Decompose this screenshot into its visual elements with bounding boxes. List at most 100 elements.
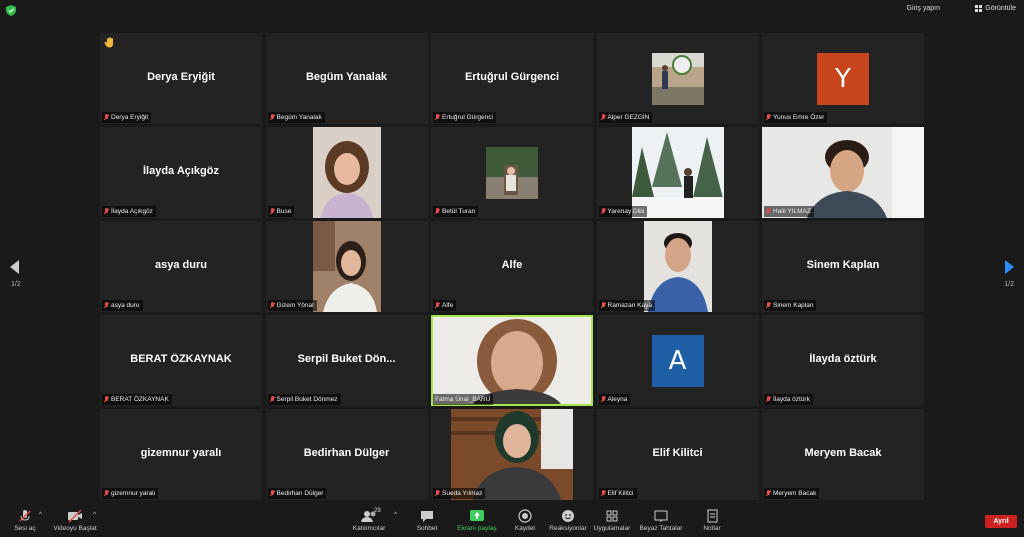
next-page-arrow[interactable] <box>1005 260 1014 274</box>
participant-tile[interactable]: Buse <box>265 127 428 218</box>
participant-tile[interactable]: Elif Kilitci Elif Kilitci <box>596 409 759 500</box>
participant-tile[interactable]: Ertuğrul Gürgenci Ertuğrul Gürgenci <box>431 33 593 124</box>
participant-label: Sinem Kaplan <box>764 300 817 311</box>
share-screen-button[interactable]: Ekranı paylaş <box>455 509 499 532</box>
audio-options-caret[interactable]: ^ <box>39 511 42 518</box>
video-feed <box>312 127 381 218</box>
active-speaker-tile[interactable]: Fatma Ünal_BARÜ <box>431 315 593 406</box>
participant-label: asya duru <box>102 300 143 311</box>
page-indicator-right: 1/2 <box>1004 281 1014 288</box>
unmute-label: Sesi aç <box>14 525 36 532</box>
chat-button[interactable]: Sohbet <box>412 509 442 532</box>
participant-tile[interactable]: Alfe Alfe <box>431 221 593 312</box>
page-indicator-left: 1/2 <box>11 281 21 288</box>
participant-label: gizemnur yaralı <box>102 488 159 499</box>
participant-label: BERAT ÖZKAYNAK <box>102 394 172 405</box>
muted-mic-icon <box>104 302 109 309</box>
participant-label: Fatma Ünal_BARÜ <box>433 394 494 405</box>
apps-icon <box>606 510 618 522</box>
muted-mic-icon <box>601 302 606 309</box>
apps-button[interactable]: Uygulamalar <box>592 509 632 532</box>
participant-label: Aleyna <box>598 394 631 405</box>
participant-label: Betül Turan <box>433 206 479 217</box>
participant-tile[interactable]: Bedirhan Dülger Bedirhan Dülger <box>265 409 428 500</box>
participant-name: asya duru <box>155 259 207 271</box>
view-label: Görüntüle <box>985 5 1016 12</box>
participants-options-caret[interactable]: ^ <box>394 511 397 518</box>
muted-mic-icon <box>435 490 440 497</box>
participant-tile[interactable]: İlayda Açıkgöz İlayda Açıkgöz <box>100 127 262 218</box>
participants-button[interactable]: 29 Katılımcılar <box>350 508 388 532</box>
muted-mic-icon <box>601 208 606 215</box>
participant-tile[interactable]: Betül Turan <box>431 127 593 218</box>
participant-tile[interactable]: Y Yunus Emre Özer <box>762 33 924 124</box>
video-options-caret[interactable]: ^ <box>93 511 96 518</box>
notes-button[interactable]: Notlar <box>698 509 726 532</box>
leave-button[interactable]: Ayrıl <box>985 515 1017 528</box>
participant-tile[interactable]: Ramazan Kaya <box>596 221 759 312</box>
video-thumbnail <box>651 53 704 105</box>
reactions-button[interactable]: Reaksiyonlar <box>548 509 588 532</box>
participant-name: İlayda öztürk <box>809 353 877 365</box>
video-feed <box>433 317 591 404</box>
unmute-button[interactable]: Sesi aç <box>12 509 38 532</box>
participant-label: Ertuğrul Gürgenci <box>433 112 496 123</box>
participant-tile[interactable]: Yarenay Dibi <box>596 127 759 218</box>
record-button[interactable]: Kaydet <box>510 509 540 532</box>
participant-label: Gizem Yönal <box>267 300 317 311</box>
participant-tile[interactable]: Sinem Kaplan Sinem Kaplan <box>762 221 924 312</box>
muted-mic-icon <box>766 114 771 121</box>
start-video-label: Videoyu Başlat <box>53 525 97 532</box>
muted-mic-icon <box>766 490 771 497</box>
participant-tile[interactable]: BERAT ÖZKAYNAK BERAT ÖZKAYNAK <box>100 315 262 406</box>
participant-tile[interactable]: gizemnur yaralı gizemnur yaralı <box>100 409 262 500</box>
participant-label: Buse <box>267 206 295 217</box>
participant-tile[interactable]: A Aleyna <box>596 315 759 406</box>
muted-mic-icon <box>104 208 109 215</box>
share-screen-icon <box>470 510 484 521</box>
participant-count: 29 <box>374 508 381 514</box>
participant-name: Ertuğrul Gürgenci <box>464 71 560 83</box>
participant-name: BERAT ÖZKAYNAK <box>130 353 232 365</box>
participant-tile[interactable]: Halil YILMAZ <box>762 127 924 218</box>
participant-label: İlayda Açıkgöz <box>102 206 156 217</box>
shield-icon[interactable] <box>6 5 16 16</box>
participant-name: Derya Eryiğit <box>147 71 215 83</box>
participant-tile[interactable]: Gizem Yönal <box>265 221 428 312</box>
chat-label: Sohbet <box>416 525 438 532</box>
participant-gallery: Derya Eryiğit Derya Eryiğit Begüm Yanala… <box>100 33 924 503</box>
participant-label: Alper GEZGİN <box>598 112 653 123</box>
participant-tile[interactable]: Meryem Bacak Meryem Bacak <box>762 409 924 500</box>
record-label: Kaydet <box>514 525 536 532</box>
view-grid-icon <box>975 5 983 12</box>
share-screen-label: Ekranı paylaş <box>457 525 497 532</box>
previous-page-arrow[interactable] <box>10 260 19 274</box>
participant-tile[interactable]: asya duru asya duru <box>100 221 262 312</box>
participant-tile[interactable]: İlayda öztürk İlayda öztürk <box>762 315 924 406</box>
participant-tile[interactable]: Sueda Yılmaz <box>431 409 593 500</box>
chat-icon <box>421 511 433 522</box>
view-button[interactable]: Görüntüle <box>975 5 1016 12</box>
reactions-label: Reaksiyonlar <box>549 525 587 532</box>
notes-label: Notlar <box>703 525 721 532</box>
participant-tile[interactable]: Begüm Yanalak Begüm Yanalak <box>265 33 428 124</box>
participant-name: Begüm Yanalak <box>305 71 388 83</box>
muted-mic-icon <box>766 396 771 403</box>
participant-tile[interactable]: Derya Eryiğit Derya Eryiğit <box>100 33 262 124</box>
muted-mic-icon <box>104 490 109 497</box>
video-feed <box>643 221 712 312</box>
whiteboard-icon <box>654 510 668 522</box>
participant-label: Begüm Yanalak <box>267 112 325 123</box>
participant-tile[interactable]: Serpil Buket Dön... Serpil Buket Dönmez <box>265 315 428 406</box>
muted-mic-icon <box>270 396 275 403</box>
participant-name: Sinem Kaplan <box>806 259 880 271</box>
video-thumbnail <box>486 147 538 199</box>
avatar: A <box>651 335 704 387</box>
muted-mic-icon <box>270 490 275 497</box>
whiteboard-button[interactable]: Beyaz Tahtalar <box>638 509 684 532</box>
start-video-button[interactable]: Videoyu Başlat <box>52 509 98 532</box>
video-feed <box>451 409 573 500</box>
muted-mic-icon <box>601 114 606 121</box>
sign-in-link[interactable]: Giriş yapın <box>907 5 940 12</box>
participant-tile[interactable]: Alper GEZGİN <box>596 33 759 124</box>
